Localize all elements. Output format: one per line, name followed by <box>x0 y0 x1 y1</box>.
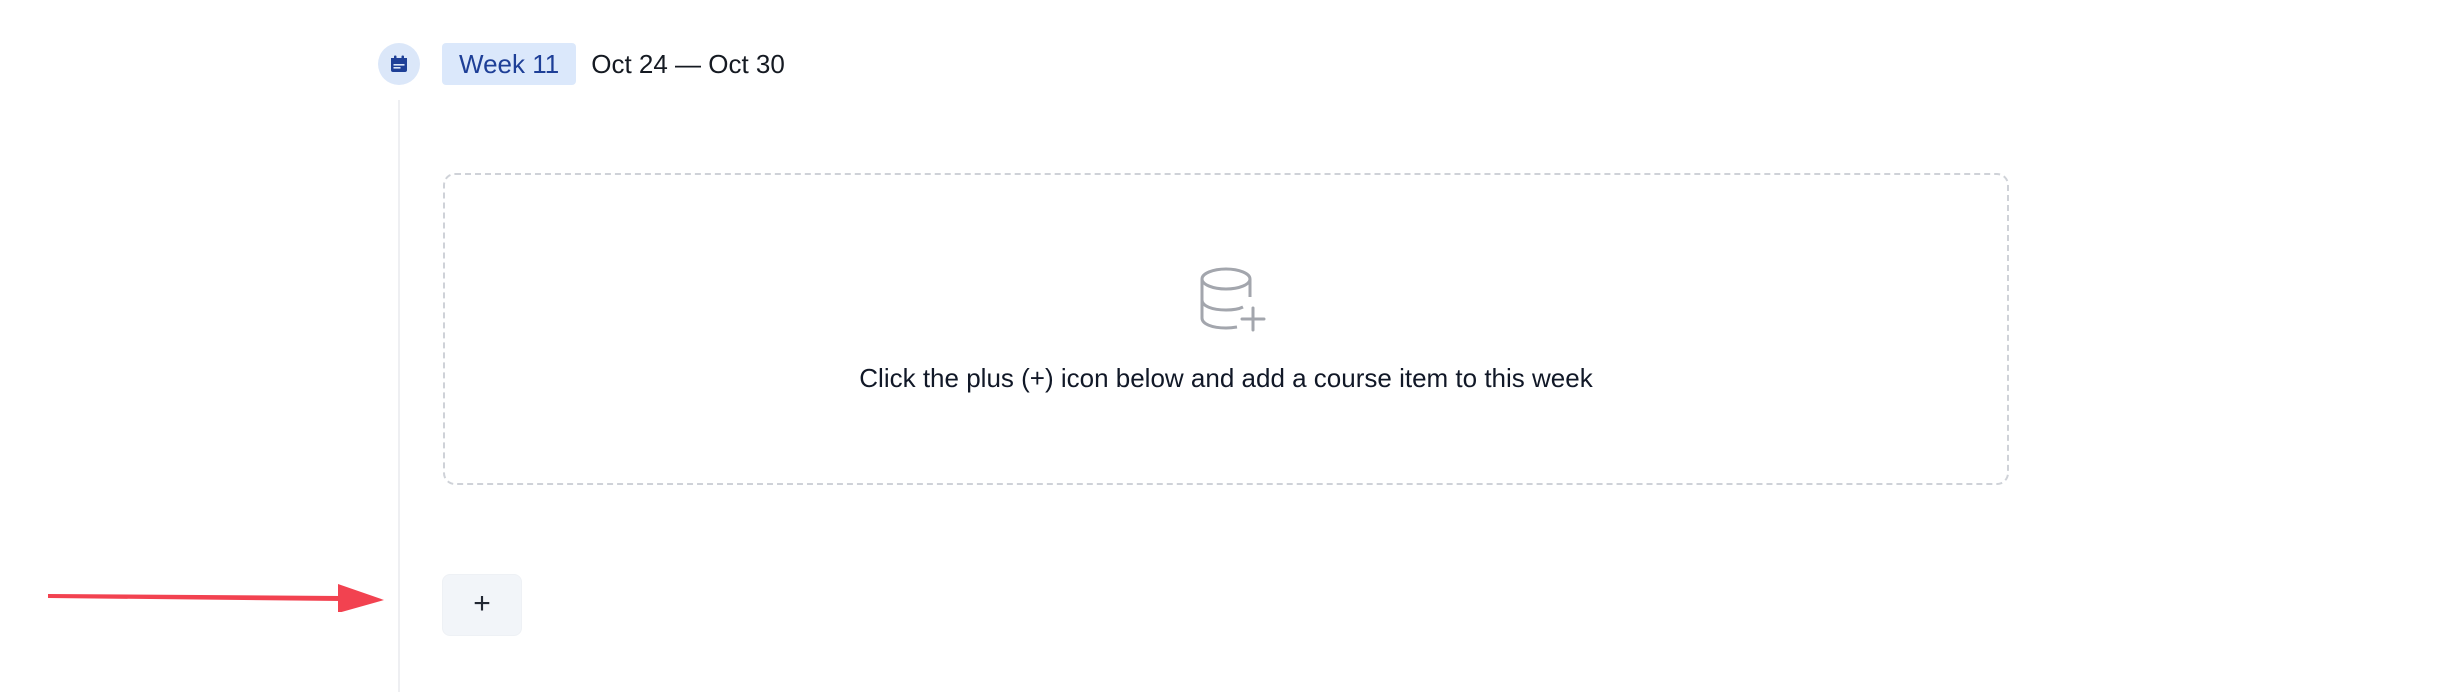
empty-state-message: Click the plus (+) icon below and add a … <box>859 363 1593 393</box>
week-date-range: Oct 24 — Oct 30 <box>591 49 785 79</box>
database-add-icon <box>1200 267 1266 332</box>
add-course-item-button[interactable]: + <box>442 574 522 636</box>
week-label: Week 11 <box>442 43 577 85</box>
calendar-icon <box>378 43 420 85</box>
week-header: Week 11 Oct 24 — Oct 30 <box>442 43 785 85</box>
timeline-rail <box>398 100 400 692</box>
red-arrow-annotation <box>48 584 384 612</box>
plus-icon: + <box>473 586 491 620</box>
course-week-page: Week 11 Oct 24 — Oct 30 Click the plus (… <box>0 0 2464 692</box>
